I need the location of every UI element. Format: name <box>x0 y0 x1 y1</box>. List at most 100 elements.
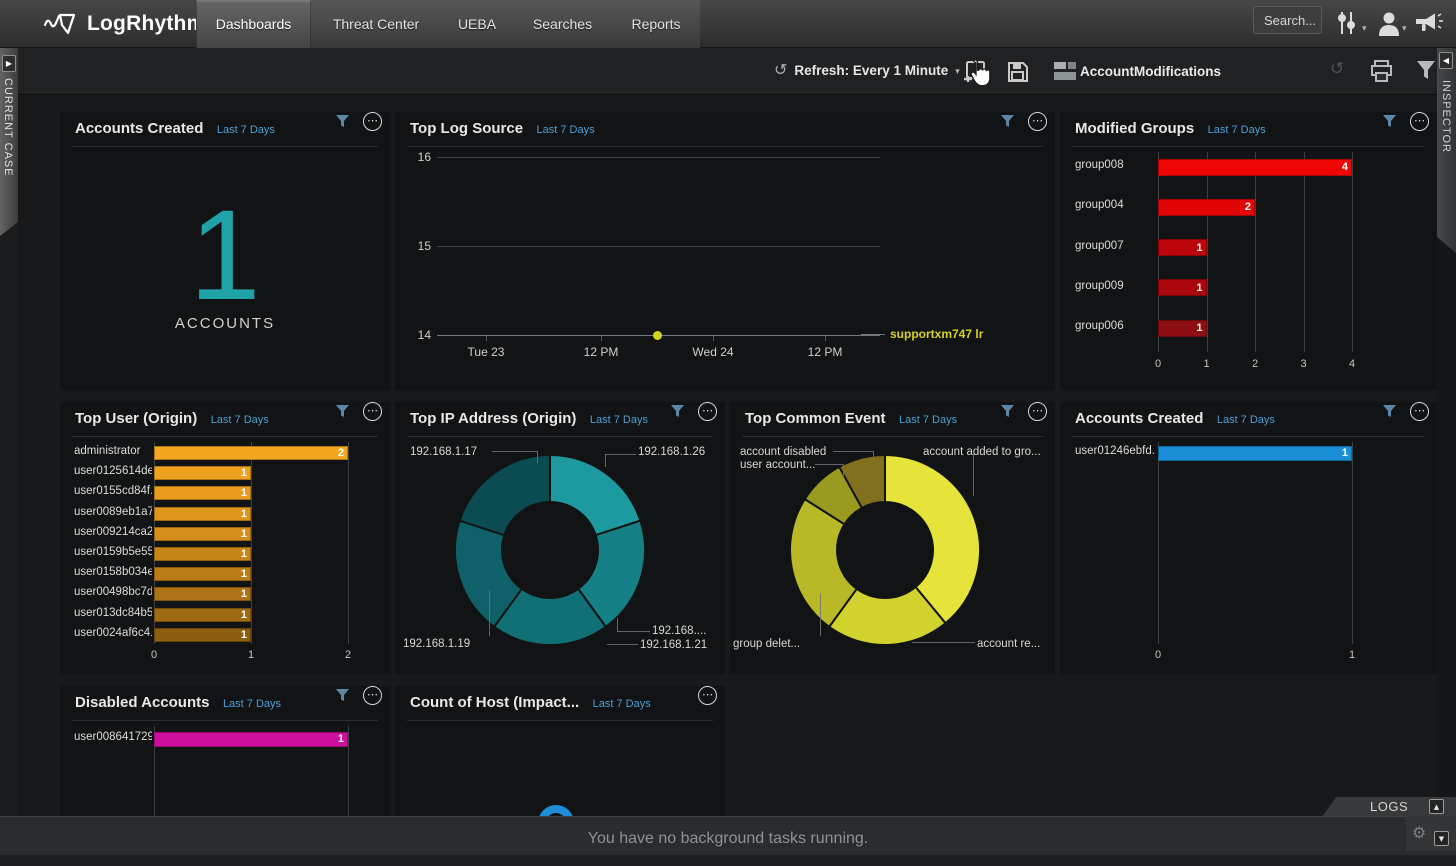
leader-line <box>820 594 821 636</box>
widget-subtitle: Last 7 Days <box>217 124 275 136</box>
widget-top-ip-address: Top IP Address (Origin) Last 7 Days 192.… <box>395 402 725 674</box>
filter-icon[interactable] <box>335 404 350 423</box>
logs-expand-up-button[interactable]: ▲ <box>1429 799 1444 814</box>
status-bottom-strip <box>0 855 1456 866</box>
filter-icon[interactable] <box>335 114 350 133</box>
bar-value: 4 <box>1342 161 1348 173</box>
bar[interactable]: 2 <box>1158 199 1255 216</box>
bar[interactable]: 2 <box>154 446 348 460</box>
category-label: group004 <box>1075 199 1156 211</box>
bar[interactable]: 1 <box>1158 239 1207 256</box>
refresh-interval-dropdown[interactable]: Refresh: Every 1 Minute <box>774 61 960 79</box>
category-label: administrator <box>74 445 152 457</box>
widget-subtitle: Last 7 Days <box>211 414 269 426</box>
donut-chart[interactable] <box>775 440 995 660</box>
bar[interactable]: 1 <box>154 628 251 642</box>
bar-value: 1 <box>241 528 247 540</box>
gridline-16 <box>437 157 880 158</box>
filter-icon[interactable] <box>1382 404 1397 423</box>
leader-line <box>537 451 538 463</box>
donut-chart[interactable] <box>440 440 660 660</box>
donut-label: group delet... <box>733 638 800 650</box>
tab-searches[interactable]: Searches <box>513 0 612 48</box>
user-caret-icon[interactable] <box>1402 18 1407 36</box>
bar-chart: 01user01246ebfd...1 <box>1060 442 1437 674</box>
gridline <box>1304 152 1305 352</box>
dashboard-name[interactable]: AccountModifications <box>1080 64 1221 79</box>
bar[interactable]: 1 <box>154 567 251 581</box>
bar[interactable]: 1 <box>154 466 251 480</box>
announcements-megaphone-icon[interactable] <box>1414 12 1444 39</box>
bar[interactable]: 1 <box>154 608 251 622</box>
bar[interactable]: 1 <box>154 732 348 747</box>
donut-slice[interactable] <box>550 455 640 535</box>
bar[interactable]: 1 <box>154 507 251 521</box>
widget-subtitle: Last 7 Days <box>537 124 595 136</box>
data-point-marker[interactable] <box>653 331 662 340</box>
filter-icon[interactable] <box>335 688 350 707</box>
bar[interactable]: 1 <box>154 587 251 601</box>
tab-reports[interactable]: Reports <box>612 0 700 48</box>
ellipsis-menu-icon[interactable] <box>698 402 717 421</box>
header-divider <box>1072 146 1425 147</box>
filter-icon[interactable] <box>1382 114 1397 133</box>
status-bar: You have no background tasks running. <box>0 816 1456 866</box>
widget-header: Modified Groups Last 7 Days <box>1075 120 1429 144</box>
dashboard-layout-icon[interactable] <box>1054 62 1076 86</box>
category-label: user00498bc7d... <box>74 586 152 598</box>
header-divider <box>407 146 1043 147</box>
ellipsis-menu-icon[interactable] <box>363 686 382 705</box>
bar[interactable]: 1 <box>154 547 251 561</box>
header-divider <box>407 720 713 721</box>
app-window: LogRhythm ™ Dashboards Threat Center UEB… <box>0 0 1456 866</box>
refresh-caret-icon <box>955 61 960 79</box>
bar[interactable]: 1 <box>154 527 251 541</box>
bar-value: 1 <box>1196 242 1202 254</box>
donut-label: user account... <box>740 459 815 471</box>
bar-value: 2 <box>338 447 344 459</box>
ellipsis-menu-icon[interactable] <box>1410 112 1429 131</box>
tab-threat-center[interactable]: Threat Center <box>311 0 441 48</box>
donut-slice[interactable] <box>460 455 550 535</box>
print-icon[interactable] <box>1370 60 1393 87</box>
partial-metric-arc <box>538 805 574 816</box>
ellipsis-menu-icon[interactable] <box>1028 402 1047 421</box>
bar[interactable]: 1 <box>1158 320 1207 337</box>
gridline <box>1207 152 1208 352</box>
bar[interactable]: 1 <box>154 486 251 500</box>
filter-icon[interactable] <box>1000 114 1015 133</box>
ellipsis-menu-icon[interactable] <box>363 402 382 421</box>
bar[interactable]: 4 <box>1158 159 1352 176</box>
header-divider <box>72 436 378 437</box>
add-widget-icon[interactable] <box>962 60 986 88</box>
tab-dashboards[interactable]: Dashboards <box>196 0 311 48</box>
current-case-tab[interactable]: CURRENT CASE <box>0 48 18 236</box>
logs-collapse-down-button[interactable]: ▼ <box>1434 831 1449 846</box>
settings-gear-icon[interactable] <box>1412 823 1426 842</box>
ellipsis-menu-icon[interactable] <box>698 686 717 705</box>
filter-icon[interactable] <box>1000 404 1015 423</box>
expand-current-case-button[interactable]: ▶ <box>2 55 16 72</box>
widget-accounts-created-bar: Accounts Created Last 7 Days 01user01246… <box>1060 402 1437 674</box>
ellipsis-menu-icon[interactable] <box>1028 112 1047 131</box>
search-button[interactable]: Search... <box>1253 6 1322 34</box>
bar[interactable]: 1 <box>1158 446 1352 461</box>
save-dashboard-icon[interactable] <box>1006 60 1029 88</box>
x-tick-mark <box>486 336 487 341</box>
bar-value: 1 <box>241 508 247 520</box>
filter-dashboard-icon[interactable] <box>1416 60 1436 85</box>
x-tick-label: 0 <box>1143 358 1173 370</box>
ellipsis-menu-icon[interactable] <box>1410 402 1429 421</box>
filters-caret-icon[interactable] <box>1362 18 1367 36</box>
ellipsis-menu-icon[interactable] <box>363 112 382 131</box>
inspector-tab[interactable]: INSPECTOR <box>1437 48 1456 253</box>
expand-inspector-button[interactable]: ◀ <box>1439 52 1453 69</box>
leader-line <box>873 451 874 461</box>
legend-series-label[interactable]: supportxm747 lr <box>890 327 983 341</box>
filter-icon[interactable] <box>670 404 685 423</box>
bar[interactable]: 1 <box>1158 279 1207 296</box>
user-profile-icon[interactable] <box>1377 10 1401 41</box>
brand[interactable]: LogRhythm ™ <box>44 0 221 48</box>
filters-sliders-icon[interactable] <box>1335 10 1359 41</box>
tab-ueba[interactable]: UEBA <box>441 0 513 48</box>
